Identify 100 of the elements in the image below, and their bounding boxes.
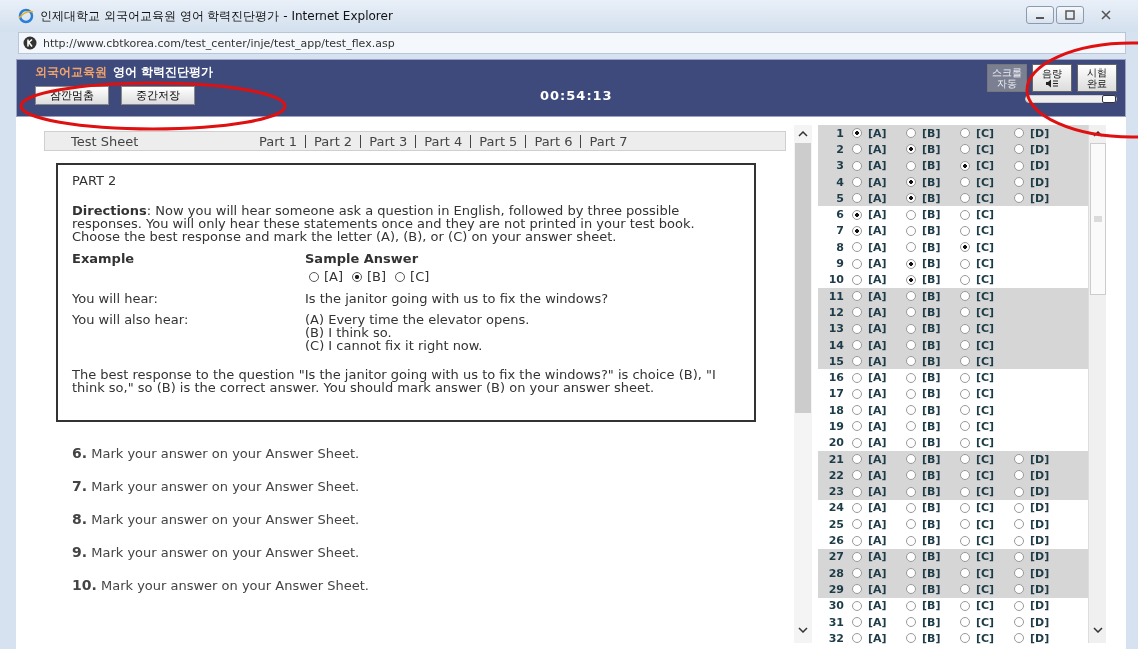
answer-radio[interactable] bbox=[906, 633, 916, 644]
answer-radio[interactable] bbox=[960, 209, 970, 220]
answer-radio[interactable] bbox=[960, 258, 970, 269]
answer-radio[interactable] bbox=[960, 323, 970, 334]
answer-radio[interactable] bbox=[1014, 502, 1024, 513]
answer-radio[interactable] bbox=[906, 535, 916, 546]
answer-radio[interactable] bbox=[906, 421, 916, 432]
answer-radio[interactable] bbox=[906, 242, 916, 253]
answer-radio[interactable] bbox=[852, 584, 862, 595]
finish-test-button[interactable]: 시험 완료 bbox=[1077, 64, 1117, 92]
part-link[interactable]: Part 3 bbox=[360, 134, 416, 148]
answer-radio[interactable] bbox=[1014, 177, 1024, 188]
answer-radio[interactable] bbox=[906, 437, 916, 448]
answer-radio[interactable] bbox=[906, 568, 916, 579]
answer-radio[interactable] bbox=[960, 486, 970, 497]
volume-button[interactable]: 음량 bbox=[1032, 64, 1072, 92]
answer-radio[interactable] bbox=[852, 356, 862, 367]
answer-radio[interactable] bbox=[906, 454, 916, 465]
answer-radio[interactable] bbox=[906, 372, 916, 383]
answer-radio[interactable] bbox=[852, 128, 862, 139]
answer-radio[interactable] bbox=[960, 356, 970, 367]
answer-radio[interactable] bbox=[1014, 454, 1024, 465]
answer-radio[interactable] bbox=[1014, 617, 1024, 628]
answer-radio[interactable] bbox=[906, 274, 916, 285]
part-link[interactable]: Part 7 bbox=[580, 134, 636, 148]
answer-radio[interactable] bbox=[960, 617, 970, 628]
answer-radio[interactable] bbox=[906, 323, 916, 334]
answer-radio[interactable] bbox=[852, 535, 862, 546]
answer-radio[interactable] bbox=[852, 274, 862, 285]
answer-radio[interactable] bbox=[960, 160, 970, 171]
answer-radio[interactable] bbox=[960, 340, 970, 350]
answer-radio[interactable] bbox=[852, 486, 862, 497]
answer-radio[interactable] bbox=[852, 193, 862, 204]
answer-radio[interactable] bbox=[852, 177, 862, 188]
answer-radio[interactable] bbox=[960, 177, 970, 188]
answer-radio[interactable] bbox=[852, 307, 862, 318]
part-link[interactable]: Part 2 bbox=[305, 134, 361, 148]
answer-radio[interactable] bbox=[906, 617, 916, 628]
answer-radio[interactable] bbox=[960, 193, 970, 204]
answer-radio[interactable] bbox=[960, 454, 970, 465]
part-link[interactable]: Part 4 bbox=[415, 134, 471, 148]
answer-radio[interactable] bbox=[906, 470, 916, 481]
answer-radio[interactable] bbox=[906, 177, 916, 188]
answer-radio[interactable] bbox=[1014, 486, 1024, 497]
answer-radio[interactable] bbox=[852, 388, 862, 399]
answer-radio[interactable] bbox=[906, 388, 916, 399]
answer-radio[interactable] bbox=[852, 144, 862, 155]
part-link[interactable]: Part 5 bbox=[470, 134, 526, 148]
answer-radio[interactable] bbox=[960, 291, 970, 302]
header-button[interactable]: 중간저장 bbox=[121, 86, 195, 105]
scrollbar[interactable] bbox=[1088, 125, 1106, 643]
answer-radio[interactable] bbox=[852, 421, 862, 432]
answer-radio[interactable] bbox=[1014, 144, 1024, 155]
answer-radio[interactable] bbox=[852, 568, 862, 579]
volume-slider[interactable] bbox=[1025, 95, 1117, 103]
answer-radio[interactable] bbox=[852, 551, 862, 562]
scrollbar[interactable] bbox=[794, 125, 812, 643]
answer-radio[interactable] bbox=[852, 454, 862, 465]
minimize-button[interactable] bbox=[1026, 6, 1054, 24]
answer-radio[interactable] bbox=[906, 193, 916, 204]
answer-radio[interactable] bbox=[906, 405, 916, 416]
answer-radio[interactable] bbox=[960, 128, 970, 139]
answer-radio[interactable] bbox=[906, 340, 916, 350]
answer-radio[interactable] bbox=[906, 258, 916, 269]
answer-radio[interactable] bbox=[960, 242, 970, 253]
answer-radio[interactable] bbox=[960, 405, 970, 416]
answer-radio[interactable] bbox=[852, 502, 862, 513]
answer-radio[interactable] bbox=[960, 584, 970, 595]
answer-radio[interactable] bbox=[1014, 535, 1024, 546]
answer-radio[interactable] bbox=[906, 486, 916, 497]
answer-radio[interactable] bbox=[906, 307, 916, 318]
part-link[interactable]: Part 1 bbox=[251, 134, 306, 148]
answer-radio[interactable] bbox=[906, 519, 916, 530]
answer-radio[interactable] bbox=[852, 437, 862, 448]
answer-radio[interactable] bbox=[852, 372, 862, 383]
answer-radio[interactable] bbox=[906, 225, 916, 236]
answer-radio[interactable] bbox=[852, 600, 862, 611]
answer-radio[interactable] bbox=[960, 568, 970, 579]
answer-radio[interactable] bbox=[906, 209, 916, 220]
answer-radio[interactable] bbox=[960, 470, 970, 481]
answer-radio[interactable] bbox=[1014, 193, 1024, 204]
address-bar[interactable]: http://www.cbtkorea.com/test_center/inje/test_app/test_flex.asp bbox=[18, 32, 1126, 54]
maximize-button[interactable] bbox=[1056, 6, 1084, 24]
answer-radio[interactable] bbox=[960, 225, 970, 236]
answer-radio[interactable] bbox=[1014, 470, 1024, 481]
answer-radio[interactable] bbox=[960, 307, 970, 318]
answer-radio[interactable] bbox=[906, 502, 916, 513]
answer-radio[interactable] bbox=[906, 144, 916, 155]
answer-radio[interactable] bbox=[906, 291, 916, 302]
answer-radio[interactable] bbox=[960, 519, 970, 530]
answer-radio[interactable] bbox=[1014, 160, 1024, 171]
part-link[interactable]: Part 6 bbox=[525, 134, 581, 148]
answer-radio[interactable] bbox=[852, 617, 862, 628]
answer-radio[interactable] bbox=[852, 225, 862, 236]
answer-radio[interactable] bbox=[1014, 519, 1024, 530]
answer-radio[interactable] bbox=[960, 502, 970, 513]
answer-radio[interactable] bbox=[852, 209, 862, 220]
answer-radio[interactable] bbox=[852, 470, 862, 481]
answer-radio[interactable] bbox=[960, 388, 970, 399]
answer-radio[interactable] bbox=[1014, 551, 1024, 562]
